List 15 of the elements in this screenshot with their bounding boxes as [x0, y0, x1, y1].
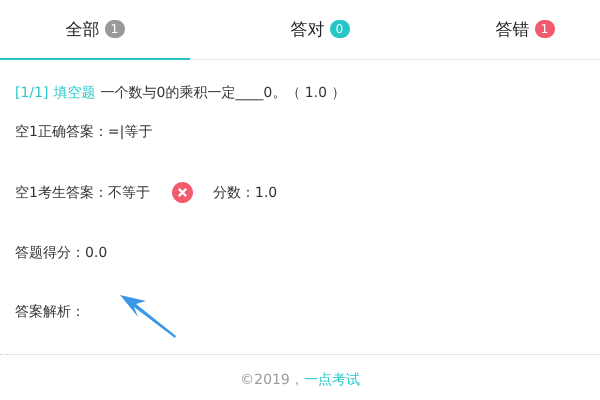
count-badge: 1 [534, 20, 554, 38]
score: 分数：1.0 [212, 184, 278, 202]
tab[interactable]: 全部 1 [0, 0, 190, 60]
question-index: [1/1] [15, 85, 48, 101]
analysis-label: 答案解析： [15, 303, 85, 321]
student-answer: 空1考生答案：不等于 [15, 184, 150, 202]
total-score: 答题得分：0.0 [15, 244, 108, 262]
correct-answer: 空1正确答案：=|等于 [15, 123, 152, 141]
copyright: ©2019， [240, 371, 304, 389]
question-text: 一个数与0的乘积一定____0。（ 1.0 ） [100, 84, 346, 102]
tab[interactable]: 答错 1 [450, 0, 600, 60]
count-badge: 1 [104, 20, 124, 38]
tab[interactable]: 答对 0 [190, 0, 450, 60]
count-badge: 0 [330, 20, 350, 38]
question-type: 填空题 [53, 84, 96, 102]
